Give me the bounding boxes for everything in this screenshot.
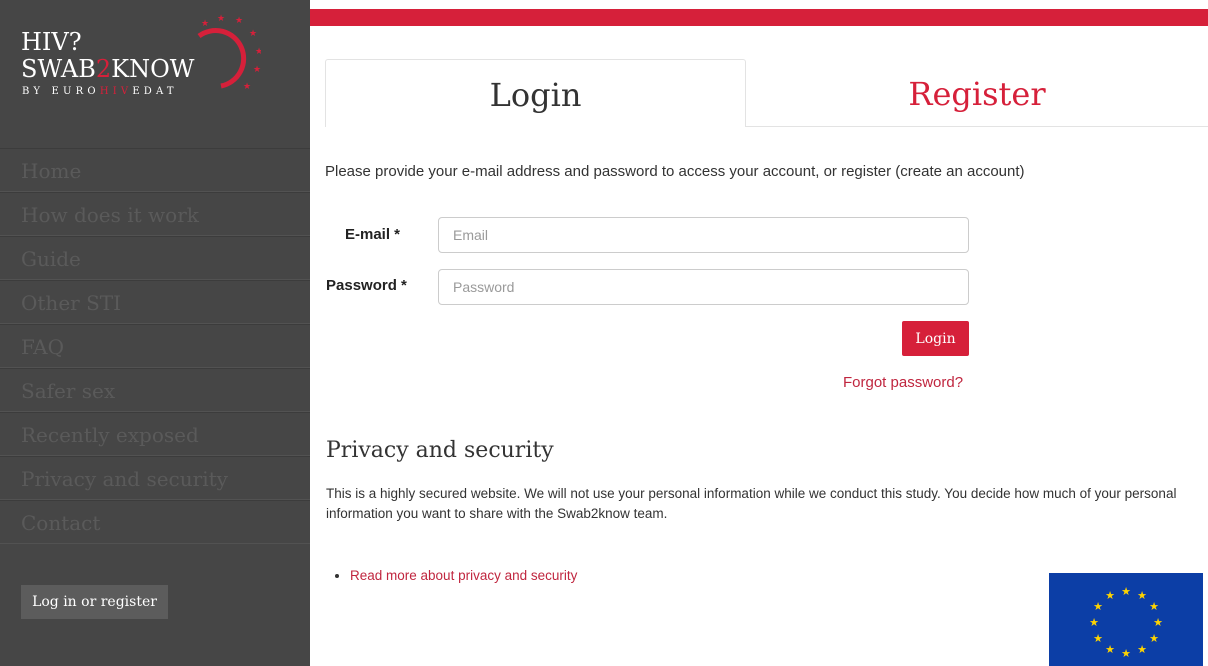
login-intro-text: Please provide your e-mail address and p… [325,163,1025,180]
forgot-password-link[interactable]: Forgot password? [843,374,963,391]
sidebar-item-guide[interactable]: Guide [0,236,310,280]
sidebar-item-faq[interactable]: FAQ [0,324,310,368]
sidebar-item-how-does-it-work[interactable]: How does it work [0,192,310,236]
logo-swab-text: SWAB [21,55,96,83]
password-label: Password * [326,277,407,294]
svg-text:★: ★ [1121,585,1131,598]
svg-text:★: ★ [1105,643,1115,656]
top-accent-bar [310,9,1208,26]
site-logo[interactable]: HIV? SWAB2KNOW BY EUROHIVEDAT ★ ★ ★ ★ ★ ★ ★ [21,14,261,114]
svg-text:★: ★ [253,65,261,75]
privacy-description: This is a highly secured website. We wil… [326,486,1177,521]
sidebar-nav: Home How does it work Guide Other STI FA… [0,148,310,544]
sidebar-item-privacy-and-security[interactable]: Privacy and security [0,456,310,500]
svg-text:★: ★ [1093,632,1103,645]
logo-by-euro: BY EURO [22,86,100,97]
email-label: E-mail * [345,226,401,243]
list-item: Read more about privacy and security [350,566,577,586]
privacy-heading: Privacy and security [326,438,554,463]
logo-line-byline: BY EUROHIVEDAT [22,86,178,97]
svg-text:★: ★ [255,47,261,57]
eu-flag-icon: ★ ★ ★ ★ ★ ★ ★ ★ ★ ★ ★ ★ [1049,573,1203,666]
logo-line-swab2know: SWAB2KNOW [21,57,194,81]
login-or-register-button[interactable]: Log in or register [21,585,168,619]
svg-text:★: ★ [243,82,251,92]
svg-text:★: ★ [1137,643,1147,656]
auth-tabs: Login Register [325,59,1208,127]
tab-login[interactable]: Login [325,59,746,127]
sidebar-item-safer-sex[interactable]: Safer sex [0,368,310,412]
sidebar-item-home[interactable]: Home [0,148,310,192]
read-more-privacy-link[interactable]: Read more about privacy and security [350,568,577,583]
logo-by-edat: EDAT [132,86,178,97]
privacy-links-list: Read more about privacy and security [326,566,577,586]
sidebar-item-recently-exposed[interactable]: Recently exposed [0,412,310,456]
svg-text:★: ★ [201,19,209,29]
svg-text:★: ★ [1137,589,1147,602]
svg-text:★: ★ [1153,616,1163,629]
sidebar: HIV? SWAB2KNOW BY EUROHIVEDAT ★ ★ ★ ★ ★ ★ ★ … [0,0,310,666]
logo-line-hiv: HIV? [21,28,82,56]
logo-two: 2 [95,55,112,83]
sidebar-item-other-sti[interactable]: Other STI [0,280,310,324]
svg-text:★: ★ [1149,600,1159,613]
svg-text:★: ★ [217,14,225,24]
svg-text:★: ★ [1093,600,1103,613]
email-field[interactable] [438,217,969,253]
login-submit-button[interactable]: Login [902,321,969,356]
svg-text:★: ★ [1121,647,1131,660]
svg-text:★: ★ [235,16,243,26]
tab-register[interactable]: Register [746,59,1208,127]
star-ring-icon: ★ ★ ★ ★★★ ★ [197,14,261,92]
svg-text:★: ★ [1105,589,1115,602]
svg-text:★: ★ [1149,632,1159,645]
password-field[interactable] [438,269,969,305]
logo-know-text: KNOW [111,55,195,83]
svg-text:★: ★ [249,29,257,39]
logo-by-hiv: HIV [99,86,133,97]
svg-text:★: ★ [1089,616,1099,629]
sidebar-item-contact[interactable]: Contact [0,500,310,544]
